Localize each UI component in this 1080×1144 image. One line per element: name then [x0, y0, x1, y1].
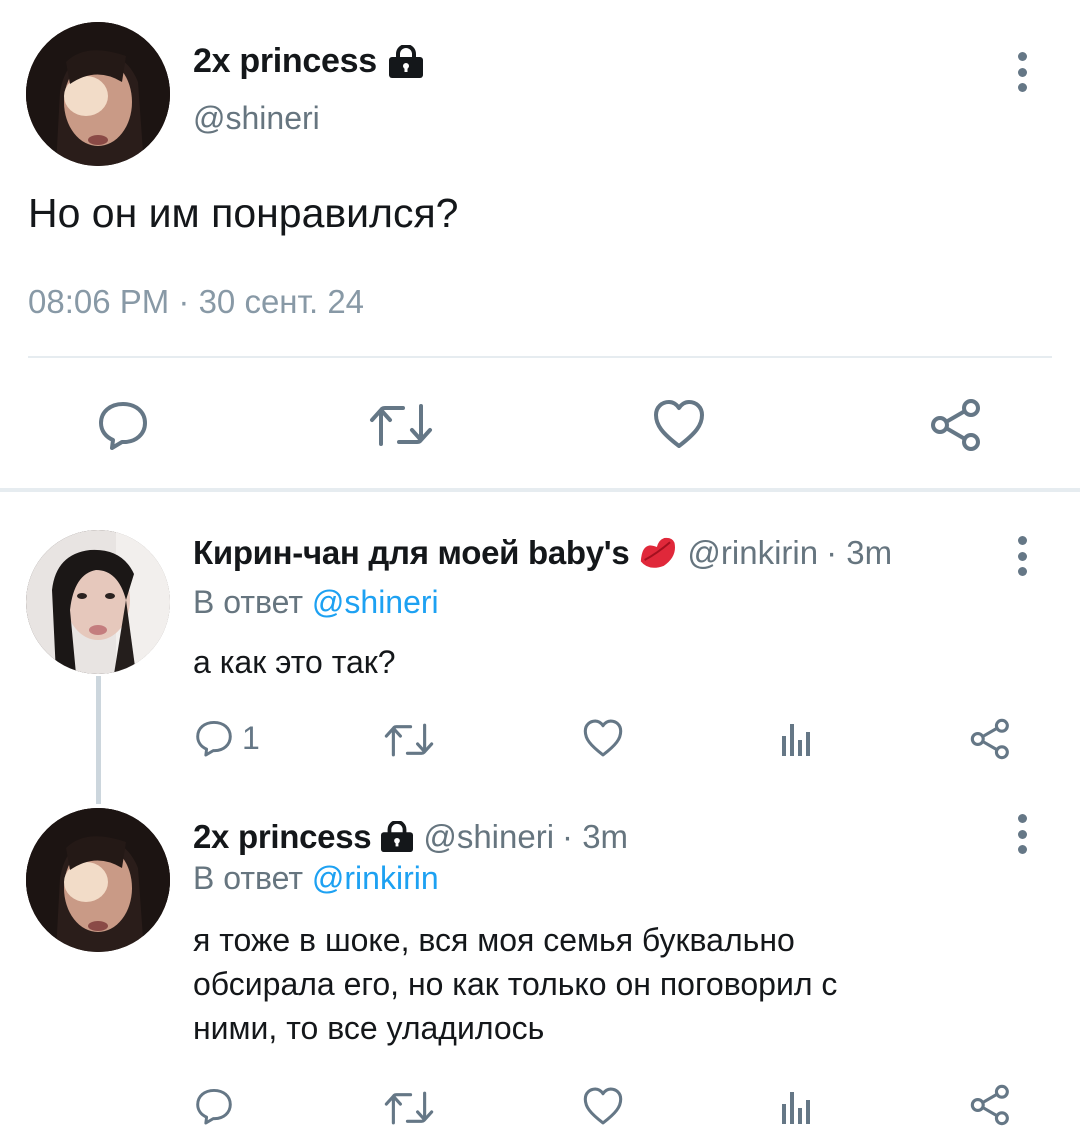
retweet-icon [370, 404, 432, 446]
retweet-icon [384, 723, 434, 757]
retweet-button[interactable] [369, 400, 433, 450]
share-icon [970, 718, 1009, 760]
analytics-icon [782, 1092, 810, 1124]
retweet-icon [384, 1091, 434, 1125]
retweet-button[interactable] [384, 1088, 434, 1128]
reply-time: · 3m [562, 818, 629, 855]
reply-header: 2x princess @shineri · 3m [193, 818, 628, 856]
reply-author-handle[interactable]: @rinkirin [687, 534, 818, 572]
reply-text-line: ними, то все уладилось [193, 1010, 545, 1046]
reply-button[interactable] [194, 1086, 234, 1126]
replying-to-label: В ответ [193, 860, 304, 896]
author-handle[interactable]: @shineri [193, 100, 320, 137]
reply-author-name[interactable]: 2x princess [193, 818, 372, 856]
reply-icon [196, 720, 232, 757]
avatar[interactable] [26, 808, 170, 952]
retweet-button[interactable] [384, 720, 434, 760]
share-button[interactable] [930, 398, 984, 452]
replying-to: В ответ @shineri [193, 584, 439, 621]
author-name[interactable]: 2x princess [193, 42, 425, 81]
lips-emoji-icon [641, 537, 676, 568]
lock-icon [381, 821, 414, 853]
reply-text: я тоже в шоке, вся моя семья буквально о… [193, 918, 993, 1050]
reply-button[interactable] [96, 398, 150, 452]
divider [28, 356, 1052, 358]
more-options-icon[interactable] [1016, 814, 1028, 854]
reply-icon [196, 1088, 232, 1125]
analytics-icon [782, 724, 810, 756]
reply-header: Кирин-чан для моей baby's @rinkirin · 3m [193, 534, 892, 572]
reply-text-line: я тоже в шоке, вся моя семья буквально [193, 922, 795, 958]
share-button[interactable] [970, 1084, 1012, 1126]
like-button[interactable] [652, 398, 706, 450]
thread-line [96, 676, 101, 804]
avatar[interactable] [26, 22, 170, 166]
heart-icon [583, 719, 623, 757]
share-icon [970, 1084, 1009, 1126]
analytics-button[interactable] [778, 1086, 814, 1126]
like-button[interactable] [582, 718, 624, 758]
share-icon [931, 399, 980, 451]
avatar[interactable] [26, 530, 170, 674]
heart-icon [583, 1087, 623, 1125]
author-name-text: 2x princess [193, 42, 377, 80]
reply-time: · 3m [826, 534, 893, 571]
reply-text: а как это так? [193, 644, 396, 680]
tweet-thread-page: 2x princess @shineri Но он им понравился… [0, 0, 1080, 1144]
replying-to-mention[interactable]: @rinkirin [312, 860, 439, 896]
reply-author-handle[interactable]: @shineri [423, 818, 554, 856]
replying-to: В ответ @rinkirin [193, 860, 439, 897]
reply-button[interactable]: 1 [194, 718, 260, 758]
reply-author-name[interactable]: Кирин-чан для моей baby's [193, 534, 630, 572]
reply-count: 1 [242, 719, 260, 756]
more-options-icon[interactable] [1016, 52, 1028, 92]
section-separator [0, 488, 1080, 492]
reply-icon [99, 402, 147, 450]
share-button[interactable] [970, 718, 1012, 760]
analytics-button[interactable] [778, 718, 814, 758]
replying-to-label: В ответ [193, 584, 304, 620]
like-button[interactable] [582, 1086, 624, 1126]
replying-to-mention[interactable]: @shineri [312, 584, 439, 620]
lock-icon [388, 44, 423, 78]
heart-icon [654, 400, 704, 448]
reply-text-line: обсирала его, но как только он поговорил… [193, 966, 838, 1002]
tweet-timestamp: 08:06 PM · 30 сент. 24 [28, 283, 365, 320]
tweet-text: Но он им понравился? [28, 190, 459, 236]
more-options-icon[interactable] [1016, 536, 1028, 576]
